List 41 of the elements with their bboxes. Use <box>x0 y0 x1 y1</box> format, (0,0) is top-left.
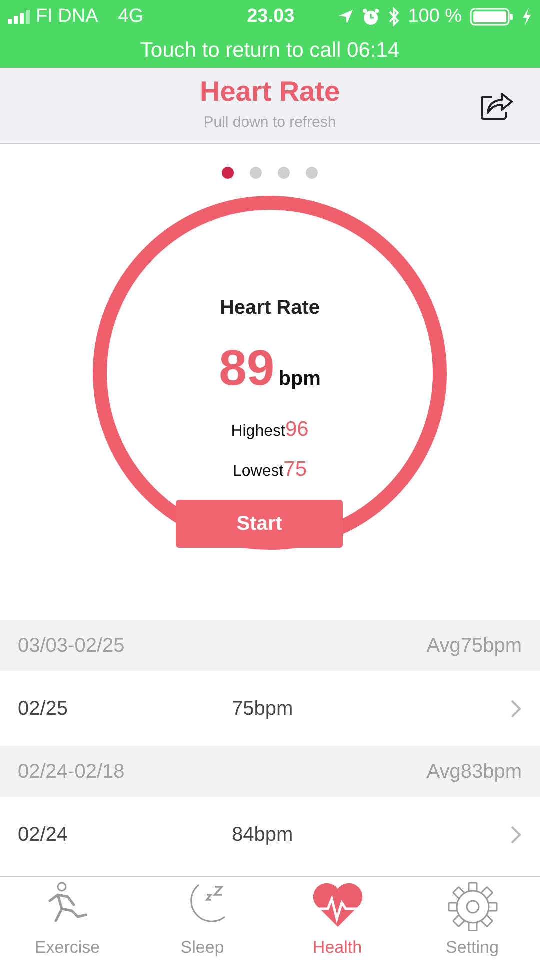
week-average: Avg83bpm <box>426 760 522 784</box>
week-range: 02/24-02/18 <box>18 760 125 784</box>
chevron-right-icon <box>510 824 522 844</box>
history-row[interactable]: 02/25 75bpm <box>0 671 540 746</box>
heart-rate-value: 89 <box>219 339 275 398</box>
lowest-label: Lowest <box>232 462 284 482</box>
tab-bar-item[interactable]: Exercise <box>0 877 135 960</box>
location-icon <box>338 9 354 25</box>
alarm-clock-icon <box>362 8 380 26</box>
week-average: Avg75bpm <box>426 634 522 658</box>
settings-icon <box>446 881 498 931</box>
week-range: 03/03-02/25 <box>18 634 125 658</box>
start-button[interactable]: Start <box>176 500 343 548</box>
battery-percent: 100 % <box>408 4 462 29</box>
highest-label: Highest <box>231 422 286 442</box>
battery-icon <box>470 7 514 27</box>
day-value: 84bpm <box>232 822 294 848</box>
signal-icon <box>8 10 32 24</box>
carrier-name: FI DNA <box>36 4 98 29</box>
chevron-right-icon <box>510 698 522 718</box>
refresh-hint: Pull down to refresh <box>204 112 336 133</box>
network-type: 4G <box>118 4 144 29</box>
tab-bar-item[interactable]: Sleep <box>135 877 270 960</box>
page-dot[interactable] <box>222 167 234 179</box>
tab-bar-item[interactable]: Setting <box>405 877 540 960</box>
page-dot[interactable] <box>306 167 318 179</box>
day-date: 02/24 <box>18 822 68 848</box>
page-dot[interactable] <box>278 167 290 179</box>
history-row[interactable]: 02/24 84bpm <box>0 797 540 872</box>
page-title: Heart Rate <box>200 76 340 108</box>
gauge-title: Heart Rate <box>218 296 322 321</box>
tab-bar-item[interactable]: Health <box>270 877 405 960</box>
day-date: 02/25 <box>18 696 68 722</box>
lowest-value: 75 <box>284 456 308 482</box>
bluetooth-icon <box>388 7 400 27</box>
charging-icon <box>522 8 532 26</box>
page-dot[interactable] <box>250 167 262 179</box>
highest-value: 96 <box>285 417 309 443</box>
unit-label: bpm <box>278 367 321 392</box>
day-value: 75bpm <box>232 696 294 722</box>
clock: 23.03 <box>246 4 295 29</box>
